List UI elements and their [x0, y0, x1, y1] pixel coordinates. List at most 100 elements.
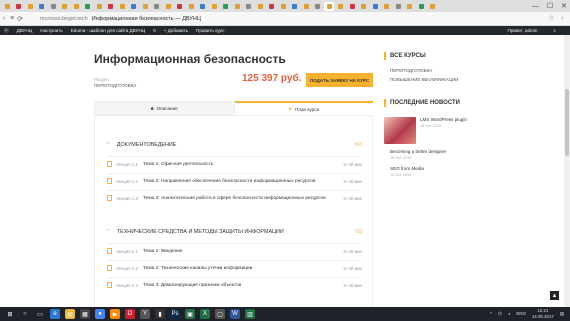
edge-icon[interactable]: e — [50, 309, 60, 319]
browser-tab[interactable] — [2, 2, 12, 11]
media-icon[interactable]: ▶ — [110, 309, 120, 319]
browser-tab[interactable] — [290, 2, 300, 11]
news-post[interactable]: LMS WordPress plugin 16 Окт 2015 — [384, 117, 470, 144]
browser-tab[interactable] — [71, 2, 81, 11]
browser-tab[interactable] — [244, 2, 254, 11]
lesson-row[interactable]: Лекция 2.2 Тема 2: Технические каналы ут… — [107, 260, 362, 275]
browser-tab[interactable] — [48, 2, 58, 11]
browser-tab[interactable] — [405, 2, 415, 11]
volume-icon[interactable]: ◖ — [508, 311, 511, 316]
yandex-browser-icon[interactable]: Y — [140, 309, 150, 319]
windows-start-icon[interactable]: ⊞ — [5, 309, 15, 319]
tab-description[interactable]: ■ Описание — [94, 101, 235, 115]
admin-edit-course-link[interactable]: Править курс — [196, 28, 224, 33]
browser-tab[interactable] — [209, 2, 219, 11]
browser-tab[interactable] — [313, 2, 323, 11]
browser-tab[interactable] — [393, 2, 403, 11]
browser-tab[interactable] — [175, 2, 185, 11]
lesson-title[interactable]: Тема 1: Введение — [143, 249, 183, 254]
store-icon[interactable]: ▦ — [80, 309, 90, 319]
scrollbar[interactable] — [564, 35, 570, 307]
browser-tab[interactable] — [163, 2, 173, 11]
lesson-row[interactable]: Лекция 2.1 Тема 1: Введение 1ч 30 мин — [107, 243, 362, 258]
browser-tab[interactable] — [221, 2, 231, 11]
browser-tab[interactable] — [347, 2, 357, 11]
post-title[interactable]: Becoming a better designer — [390, 149, 470, 154]
browser-tab[interactable] — [267, 2, 277, 11]
category-value[interactable]: ПЕРЕПОДГОТОВКА — [94, 83, 136, 88]
category-link[interactable]: ПОВЫШЕНИЕ КВАЛИФИКАЦИИ — [384, 77, 470, 82]
search-icon[interactable]: ○ — [20, 309, 30, 319]
lesson-row[interactable]: Лекция 1.3 Тема 3: Аналитическая работа … — [107, 190, 362, 205]
app-icon[interactable]: ▢ — [215, 309, 225, 319]
close-button[interactable]: ✕ — [561, 2, 567, 10]
browser-tab[interactable] — [255, 2, 265, 11]
admin-customize-link[interactable]: Настроить — [40, 28, 62, 33]
browser-tab[interactable] — [336, 2, 346, 11]
explorer-icon[interactable]: ▤ — [65, 309, 75, 319]
browser-tab[interactable] — [117, 2, 127, 11]
browser-tab[interactable] — [129, 2, 139, 11]
browser-tab[interactable] — [94, 2, 104, 11]
browser-tab-active[interactable] — [324, 1, 334, 11]
browser-tab[interactable] — [382, 2, 392, 11]
search-icon[interactable]: ⌕ — [553, 28, 556, 33]
excel-icon[interactable]: X — [200, 309, 210, 319]
task-view-icon[interactable]: ▭ — [35, 309, 45, 319]
scrollbar-thumb[interactable] — [565, 89, 569, 156]
back-icon[interactable]: ‹ — [0, 15, 8, 22]
browser-tab[interactable] — [198, 2, 208, 11]
admin-greeting[interactable]: Привет, admin — [508, 28, 538, 33]
post-thumbnail[interactable] — [384, 117, 416, 144]
lesson-title[interactable]: Тема 3: Аналитическая работа в сфере без… — [143, 196, 326, 201]
admin-site-link[interactable]: ДВУНЦ — [17, 28, 33, 33]
browser-tab[interactable] — [278, 2, 288, 11]
browser-tab[interactable] — [14, 2, 24, 11]
reload-icon[interactable]: ⟳ — [16, 15, 24, 23]
tab-curriculum[interactable]: ◈ План курса — [234, 101, 373, 115]
lesson-title[interactable]: Тема 1: Офисная деятельность — [143, 162, 213, 167]
download-icon[interactable]: ↓ — [561, 14, 565, 22]
opera-icon[interactable]: O — [125, 309, 135, 319]
browser-tab[interactable] — [370, 2, 380, 11]
lesson-title[interactable]: Тема 3: Демаскирующие признаки объектов — [143, 283, 241, 288]
chevron-up-icon[interactable]: ^ — [490, 311, 492, 316]
browser-tab[interactable] — [152, 2, 162, 11]
lesson-title[interactable]: Тема 2: Направления обеспечения безопасн… — [143, 179, 315, 184]
word-icon[interactable]: W — [230, 309, 240, 319]
terminal-icon[interactable]: ▮ — [155, 309, 165, 319]
browser-tab[interactable] — [106, 2, 116, 11]
bookmark-star-icon[interactable]: ☆ — [548, 14, 554, 22]
app-icon[interactable]: ▣ — [185, 309, 195, 319]
browser-tab[interactable] — [359, 2, 369, 11]
lesson-row[interactable]: Лекция 1.2 Тема 2: Направления обеспечен… — [107, 173, 362, 188]
scroll-to-top-button[interactable]: ▲ — [550, 291, 559, 300]
news-post[interactable]: SEO from Media 16 Окт 2015 — [384, 166, 470, 177]
browser-tab[interactable] — [416, 2, 426, 11]
post-title[interactable]: SEO from Media — [390, 166, 470, 171]
browser-tab[interactable] — [83, 2, 93, 11]
post-title[interactable]: LMS WordPress plugin — [420, 117, 467, 122]
admin-theme-link[interactable]: Eduma - шаблон для сайта ДВУНЦ — [71, 28, 145, 33]
admin-add-link[interactable]: + Добавить — [164, 28, 188, 33]
browser-tab[interactable] — [301, 2, 311, 11]
minimize-button[interactable]: — — [532, 3, 539, 10]
lesson-row[interactable]: Лекция 1.1 Тема 1: Офисная деятельность … — [107, 156, 362, 171]
notifications-icon[interactable]: ▤ — [560, 311, 564, 317]
maximize-button[interactable]: ☐ — [547, 2, 553, 10]
wp-logo-icon[interactable]: ⓦ — [4, 28, 9, 34]
lesson-title[interactable]: Тема 2: Технические каналы утечки информ… — [143, 266, 252, 271]
language-indicator[interactable]: ENG — [516, 311, 526, 316]
photoshop-icon[interactable]: Ps — [170, 309, 180, 319]
category-link[interactable]: ПЕРЕПОДГОТОВКА — [384, 68, 470, 73]
url-domain[interactable]: mcrosss.beget.tech — [40, 16, 88, 22]
browser-tab[interactable] — [428, 2, 438, 11]
section-header[interactable]: ^ ТЕХНИЧЕСКИЕ СРЕДСТВА И МЕТОДЫ ЗАЩИТЫ И… — [107, 229, 362, 235]
section-header[interactable]: ^ ДОКУМЕНТОВЕДЕНИЕ 0/3 — [107, 142, 362, 148]
browser-tab[interactable] — [37, 2, 47, 11]
browser-tab[interactable] — [186, 2, 196, 11]
lesson-row[interactable]: Лекция 2.3 Тема 3: Демаскирующие признак… — [107, 277, 362, 292]
apply-course-button[interactable]: ПОДАТЬ ЗАЯВКУ НА КУРС — [306, 73, 373, 87]
network-icon[interactable]: ⌬ — [498, 311, 502, 317]
news-post[interactable]: Becoming a better designer 16 Окт 2015 — [384, 149, 470, 160]
